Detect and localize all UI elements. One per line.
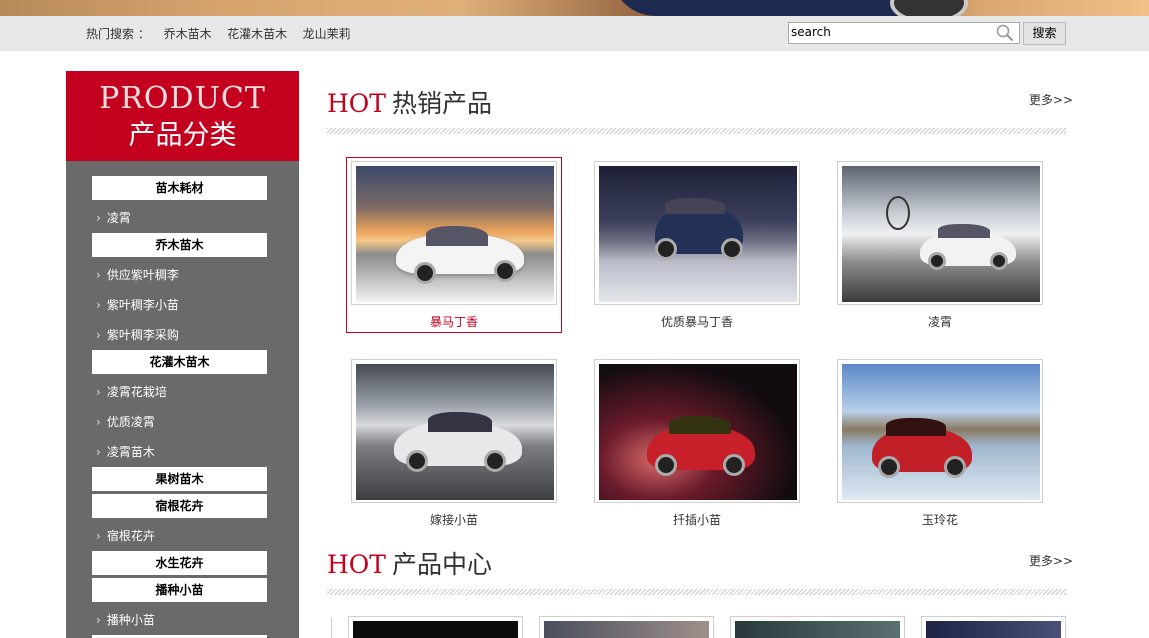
search-input[interactable]: search [788,22,1020,44]
category-4[interactable]: 果树苗木 [92,467,267,491]
product-card-2[interactable] [594,161,800,305]
product-caption[interactable]: 玉玲花 [837,511,1043,528]
section-divider [327,589,1066,595]
hot-label: HOT [327,550,386,579]
sidebar-title-cn: 产品分类 [128,120,237,151]
product-image[interactable] [735,621,900,638]
category-item[interactable]: 供应紫叶稠李 [96,267,179,283]
section-title: 产品中心 [391,550,492,579]
center-product-card[interactable] [921,616,1066,638]
banner-wheel-image [890,0,968,16]
product-caption[interactable]: 凌霄 [837,313,1043,330]
category-item[interactable]: 凌霄花栽培 [96,384,167,400]
search-icon[interactable] [996,24,1014,42]
product-card-4[interactable] [351,359,557,503]
category-item[interactable]: 紫叶稠李小苗 [96,297,179,313]
category-item[interactable]: 凌霄 [96,210,131,226]
search-button[interactable]: 搜索 [1023,22,1066,45]
category-1[interactable]: 苗木耗材 [92,176,267,200]
product-image[interactable] [599,364,797,500]
section-divider [327,128,1066,134]
product-image[interactable] [842,364,1040,500]
center-product-card[interactable] [730,616,905,638]
category-2[interactable]: 乔木苗木 [92,233,267,257]
center-more-link[interactable]: 更多>> [1029,552,1073,569]
product-image[interactable] [544,621,709,638]
center-product-card[interactable] [348,616,523,638]
search-bar: 热门搜索 ： 乔木苗木 花灌木苗木 龙山茉莉 search 搜索 [0,16,1149,51]
category-item[interactable]: 紫叶稠李采购 [96,327,179,343]
product-image[interactable] [842,166,1040,302]
category-5[interactable]: 宿根花卉 [92,494,267,518]
product-card-3[interactable] [837,161,1043,305]
category-3[interactable]: 花灌木苗木 [92,350,267,374]
product-card-5[interactable] [594,359,800,503]
top-banner [0,0,1149,16]
hot-more-link[interactable]: 更多>> [1029,91,1073,108]
hot-label: HOT [327,89,386,118]
product-image[interactable] [926,621,1061,638]
category-item[interactable]: 宿根花卉 [96,528,155,544]
hot-keyword-3[interactable]: 龙山茉莉 [303,27,351,41]
product-caption[interactable]: 扦插小苗 [594,511,800,528]
hot-keyword-2[interactable]: 花灌木苗木 [227,27,287,41]
category-item[interactable]: 优质凌霄 [96,414,155,430]
hot-search-label: 热门搜索 ： [86,27,150,41]
hot-search: 热门搜索 ： 乔木苗木 花灌木苗木 龙山茉莉 [86,25,351,42]
hot-products-title: HOT 热销产品 [327,84,492,120]
section-title: 热销产品 [391,89,492,118]
scroll-track-line [331,618,332,638]
center-product-card[interactable] [539,616,714,638]
category-item[interactable]: 凌霄苗木 [96,444,155,460]
sidebar-header: PRODUCT 产品分类 [66,71,299,161]
product-card-1[interactable] [351,161,557,305]
hot-keyword-1[interactable]: 乔木苗木 [164,27,212,41]
category-item[interactable]: 播种小苗 [96,612,155,628]
sidebar-title-en: PRODUCT [99,81,266,116]
product-caption[interactable]: 暴马丁香 [351,313,557,330]
product-image[interactable] [356,364,554,500]
product-center-title: HOT 产品中心 [327,545,492,581]
category-7[interactable]: 播种小苗 [92,578,267,602]
product-caption[interactable]: 优质暴马丁香 [594,313,800,330]
product-image[interactable] [356,166,554,302]
category-6[interactable]: 水生花卉 [92,551,267,575]
product-category-sidebar: PRODUCT 产品分类 苗木耗材 凌霄 乔木苗木 供应紫叶稠李 紫叶稠李小苗 … [66,71,299,638]
product-image[interactable] [599,166,797,302]
product-card-6[interactable] [837,359,1043,503]
product-caption[interactable]: 嫁接小苗 [351,511,557,528]
product-image[interactable] [353,621,518,638]
